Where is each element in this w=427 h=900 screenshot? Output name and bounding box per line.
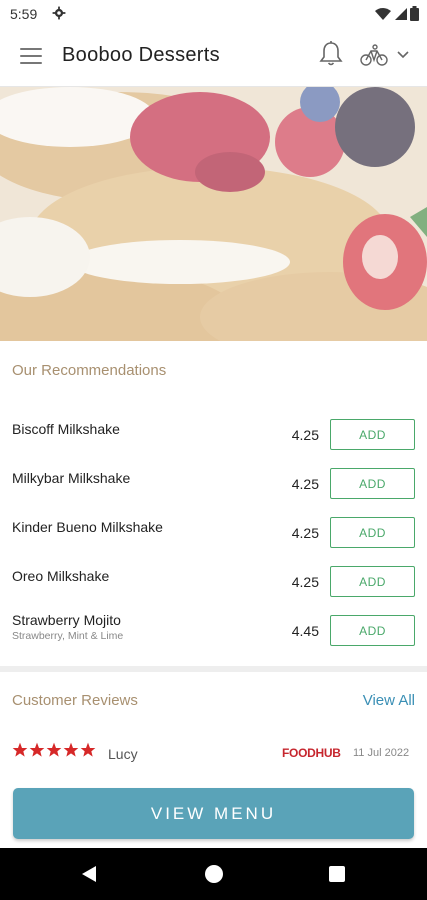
item-name: Oreo Milkshake [12, 568, 110, 584]
signal-icon [395, 7, 407, 20]
home-icon[interactable] [205, 865, 223, 883]
hamburger-menu-icon[interactable] [20, 48, 42, 66]
wifi-icon [375, 7, 391, 20]
system-nav-bar [0, 848, 427, 900]
recommendation-item-strawberry-mojito: Strawberry Mojito Strawberry, Mint & Lim… [0, 601, 427, 650]
item-price: 4.25 [291, 574, 319, 590]
review-item: Lucy FOODHUB 11 Jul 2022 [0, 738, 427, 768]
recommendation-item-biscoff: Biscoff Milkshake 4.25 ADD [0, 405, 427, 454]
status-time: 5:59 [10, 6, 38, 22]
item-price: 4.45 [291, 623, 319, 639]
star-icon [29, 742, 45, 757]
add-button[interactable]: ADD [330, 615, 415, 646]
settings-gear-icon [52, 6, 66, 20]
status-icons [375, 6, 419, 21]
foodhub-logo: FOODHUB [282, 746, 341, 760]
add-button[interactable]: ADD [330, 468, 415, 499]
star-icon [46, 742, 62, 757]
star-icon [12, 742, 28, 757]
recent-apps-icon[interactable] [329, 866, 345, 882]
recommendations-list: Biscoff Milkshake 4.25 ADD Milkybar Milk… [0, 405, 427, 650]
reviewer-name: Lucy [108, 746, 138, 762]
star-icon [63, 742, 79, 757]
hero-waffle-image [0, 87, 427, 341]
add-button[interactable]: ADD [330, 517, 415, 548]
star-icon [80, 742, 96, 757]
recommendation-item-oreo: Oreo Milkshake 4.25 ADD [0, 552, 427, 601]
item-price: 4.25 [291, 476, 319, 492]
item-name: Strawberry Mojito [12, 612, 121, 628]
item-name: Biscoff Milkshake [12, 421, 120, 437]
recommendations-title: Our Recommendations [12, 362, 167, 379]
view-menu-button[interactable]: VIEW MENU [13, 788, 414, 839]
recommendation-item-kinder-bueno: Kinder Bueno Milkshake 4.25 ADD [0, 503, 427, 552]
add-button[interactable]: ADD [330, 566, 415, 597]
item-price: 4.25 [291, 525, 319, 541]
battery-icon [410, 6, 419, 21]
item-description: Strawberry, Mint & Lime [12, 630, 124, 642]
restaurant-title: Booboo Desserts [62, 44, 220, 66]
notification-bell-icon[interactable] [318, 40, 344, 68]
view-all-reviews-link[interactable]: View All [363, 692, 415, 709]
section-divider [0, 666, 427, 672]
item-name: Milkybar Milkshake [12, 470, 131, 486]
status-bar: 5:59 [0, 0, 427, 28]
item-price: 4.25 [291, 427, 319, 443]
waffle-dessert-illustration [0, 87, 427, 341]
reviews-title: Customer Reviews [12, 692, 138, 709]
chevron-down-icon[interactable] [396, 50, 410, 60]
item-name: Kinder Bueno Milkshake [12, 519, 163, 535]
back-icon[interactable] [80, 865, 98, 883]
add-button[interactable]: ADD [330, 419, 415, 450]
recommendation-item-milkybar: Milkybar Milkshake 4.25 ADD [0, 454, 427, 503]
review-date: 11 Jul 2022 [353, 747, 410, 759]
delivery-bike-icon[interactable] [360, 44, 388, 66]
app-header: Booboo Desserts [0, 28, 427, 87]
star-rating [12, 742, 96, 758]
